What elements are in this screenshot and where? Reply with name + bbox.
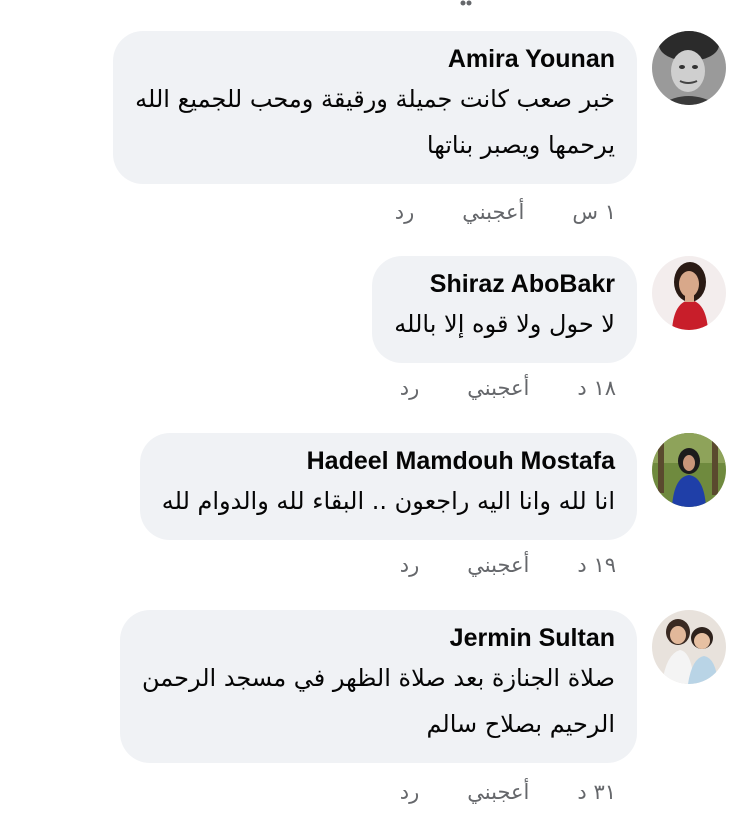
- comment-text-line: لا حول ولا قوه إلا بالله: [394, 310, 615, 338]
- comment-text-line: يرحمها ويصبر بناتها: [426, 131, 615, 159]
- comment-text-line: صلاة الجنازة بعد صلاة الظهر في مسجد الرح…: [141, 664, 615, 692]
- comment-bubble: Jermin Sultan صلاة الجنازة بعد صلاة الظه…: [119, 610, 637, 763]
- comment-text-line: خبر صعب كانت جميلة ورقيقة ومحب للجميع ال…: [135, 85, 615, 113]
- comment-time[interactable]: ١٨ د: [577, 376, 616, 400]
- comment-text-line: انا لله وانا اليه راجعون .. البقاء لله و…: [161, 487, 615, 515]
- avatar[interactable]: [652, 433, 726, 507]
- like-button[interactable]: أعجبني: [467, 553, 529, 577]
- like-button[interactable]: أعجبني: [467, 376, 529, 400]
- comment-text-line: الرحيم بصلاح سالم: [426, 710, 615, 738]
- comment-actions: ١ س أعجبني رد: [395, 200, 616, 224]
- avatar[interactable]: [652, 610, 726, 684]
- like-button[interactable]: أعجبني: [467, 780, 529, 804]
- comment-author[interactable]: Hadeel Mamdouh Mostafa: [162, 444, 615, 478]
- comment-time[interactable]: ١ س: [572, 200, 616, 224]
- comment-author[interactable]: Jermin Sultan: [142, 621, 615, 655]
- comment-time[interactable]: ٣١ د: [577, 780, 616, 804]
- comment-time[interactable]: ١٩ د: [577, 553, 616, 577]
- comment-actions: ٣١ د أعجبني رد: [400, 780, 616, 804]
- comment-bubble: Amira Younan خبر صعب كانت جميلة ورقيقة و…: [113, 31, 637, 184]
- comment-author[interactable]: Amira Younan: [135, 42, 615, 76]
- comment-bubble: Hadeel Mamdouh Mostafa انا لله وانا اليه…: [139, 433, 637, 540]
- reply-button[interactable]: رد: [400, 780, 420, 804]
- avatar[interactable]: [652, 256, 726, 330]
- reply-button[interactable]: رد: [395, 200, 415, 224]
- avatar[interactable]: [652, 31, 726, 105]
- comment-author[interactable]: Shiraz AboBakr: [394, 267, 615, 301]
- previous-comment-fragment: [456, 0, 476, 6]
- comment-bubble: Shiraz AboBakr لا حول ولا قوه إلا بالله: [372, 256, 637, 363]
- comment-actions: ١٩ د أعجبني رد: [400, 553, 616, 577]
- reply-button[interactable]: رد: [400, 553, 420, 577]
- reply-button[interactable]: رد: [400, 376, 420, 400]
- like-button[interactable]: أعجبني: [462, 200, 524, 224]
- comment-actions: ١٨ د أعجبني رد: [400, 376, 616, 400]
